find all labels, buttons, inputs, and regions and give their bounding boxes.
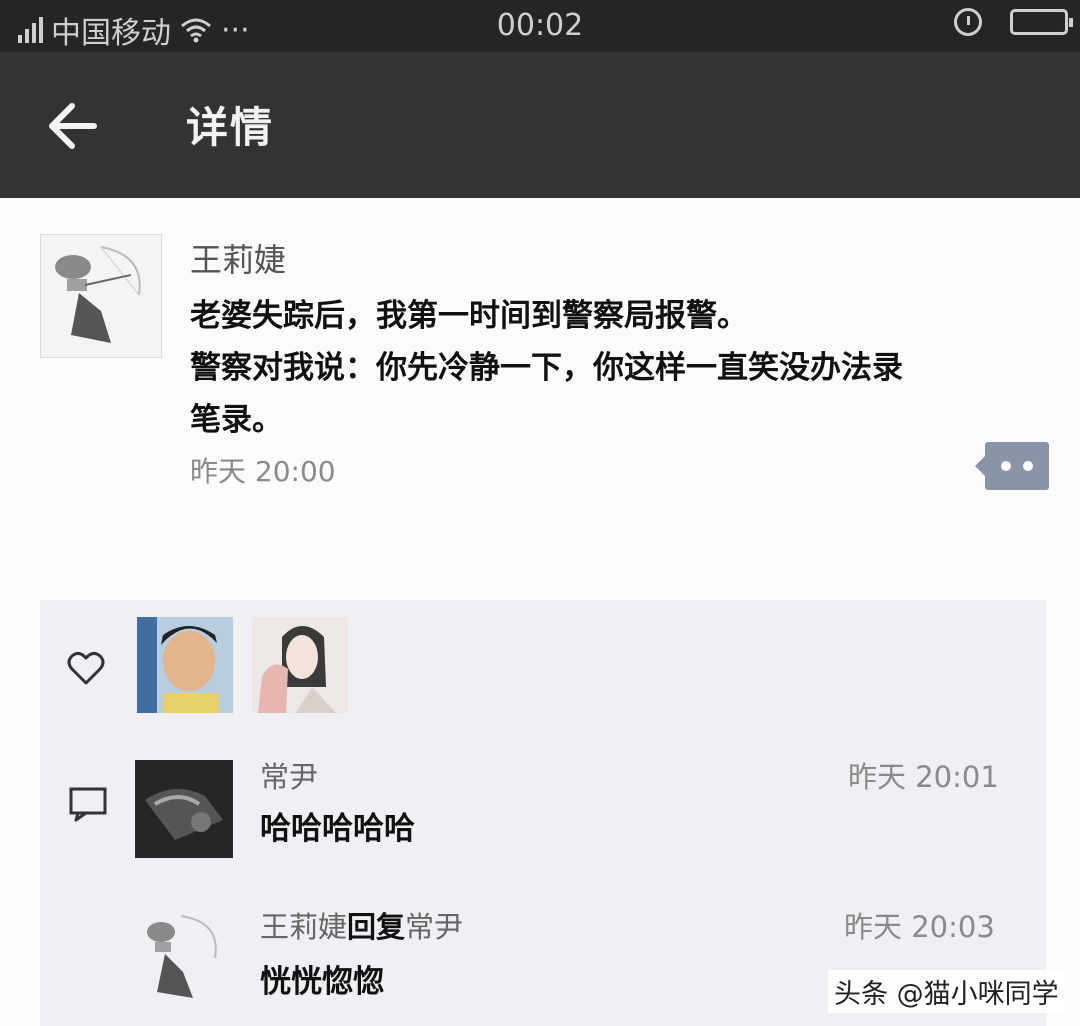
commenter-avatar[interactable] [135, 760, 233, 858]
back-button[interactable] [44, 98, 104, 154]
status-bar: 中国移动 ··· 00:02 [0, 0, 1080, 52]
post-line: 老婆失踪后，我第一时间到警察局报警。 [190, 298, 748, 334]
avatar-illustration [135, 760, 233, 858]
comment-author[interactable]: 常尹 [260, 754, 318, 796]
liker-avatar[interactable] [137, 617, 233, 713]
title-bar: 详情 [0, 52, 1080, 198]
post-line: 笔录。 [190, 402, 283, 438]
post-content: 老婆失踪后，我第一时间到警察局报警。 警察对我说：你先冷静一下，你这样一直笑没办… [190, 290, 1040, 446]
more-button[interactable] [975, 442, 1049, 490]
avatar-illustration [135, 910, 233, 1008]
heart-icon [67, 651, 105, 685]
avatar-illustration [252, 617, 348, 713]
comment-author[interactable]: 王莉婕 [260, 910, 347, 944]
reply-header: 王莉婕回复常尹 [260, 904, 463, 946]
alarm-icon [954, 8, 982, 36]
comment-timestamp: 昨天 20:01 [848, 760, 999, 794]
avatar-illustration [41, 235, 161, 357]
status-right [954, 8, 1073, 36]
avatar-illustration [137, 617, 233, 713]
liker-avatar[interactable] [252, 617, 348, 713]
post-author-avatar[interactable] [40, 234, 162, 358]
status-time: 00:02 [496, 8, 584, 43]
comment-timestamp: 昨天 20:03 [844, 910, 995, 944]
page-title: 详情 [186, 103, 275, 152]
commenter-avatar[interactable] [135, 910, 233, 1008]
dot [1023, 461, 1033, 471]
comment-text: 恍恍惚惚 [260, 964, 384, 1000]
reply-target[interactable]: 常尹 [405, 910, 463, 944]
comment-icon [69, 787, 107, 822]
watermark: 头条 @猫小咪同学 [828, 970, 1065, 1013]
post-timestamp: 昨天 20:00 [190, 455, 336, 488]
battery-icon [1010, 9, 1073, 35]
arrow-left-icon [49, 103, 97, 149]
post-line: 警察对我说：你先冷静一下，你这样一直笑没办法录 [190, 350, 903, 386]
reply-label: 回复 [347, 910, 406, 944]
dot [1001, 461, 1011, 471]
comment-text: 哈哈哈哈哈 [260, 811, 415, 847]
more-dots-icon [975, 456, 985, 476]
post-author-name[interactable]: 王莉婕 [190, 235, 286, 281]
